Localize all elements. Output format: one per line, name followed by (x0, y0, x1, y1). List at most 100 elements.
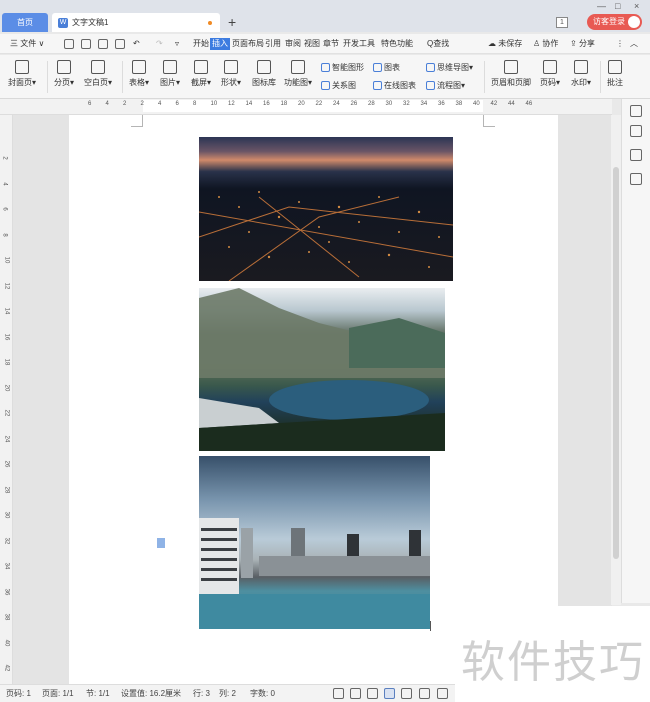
select-pointer-icon[interactable] (630, 149, 642, 161)
comment-button[interactable]: 批注 (607, 60, 623, 88)
screenshot-button[interactable]: 截屏▾ (191, 60, 211, 88)
collaborate-button[interactable]: ♙ 协作 (533, 38, 558, 50)
unsaved-label: 未保存 (498, 39, 523, 48)
search-button[interactable]: Q查找 (427, 38, 449, 50)
ruler-tick-label: 26 (3, 460, 10, 468)
ruler-tick-label: 30 (385, 101, 393, 107)
insert-ribbon: 封面页▾ 分页▾ 空白页▾ 表格▾ 图片▾ 截屏▾ 形状▾ 图标库 功能图▾ 智… (0, 55, 650, 99)
document-page[interactable] (69, 115, 558, 685)
ruler-tick-label: 22 (315, 101, 323, 107)
status-pages[interactable]: 页面: 1/1 (42, 688, 74, 699)
menu-page-layout[interactable]: 页面布局 (232, 38, 264, 50)
site-watermark: 软件技巧 (455, 606, 650, 702)
pen-edit-icon[interactable] (630, 125, 642, 137)
write-mode-icon[interactable] (367, 688, 378, 699)
header-footer-label: 页眉和页脚 (491, 78, 531, 87)
menu-special-features[interactable]: 特色功能 (381, 38, 413, 50)
status-section[interactable]: 节: 1/1 (86, 688, 110, 699)
collapse-ribbon-button[interactable]: ︿ (630, 38, 638, 50)
menu-insert[interactable]: 插入 (210, 38, 230, 50)
menu-review[interactable]: 审阅 (285, 38, 301, 50)
undo-icon[interactable]: ↶ (133, 38, 140, 50)
night-city-aerial-photo[interactable] (199, 137, 453, 281)
print-preview-icon[interactable] (115, 39, 125, 49)
fullscreen-icon[interactable] (333, 688, 344, 699)
ruler-tick-label: 42 (490, 101, 498, 107)
vertical-scrollbar[interactable] (611, 115, 621, 605)
table-icon (132, 60, 146, 74)
right-side-panel (621, 99, 650, 603)
page-number-button[interactable]: 页码▾ (540, 60, 560, 88)
icon-library-button[interactable]: 图标库 (252, 60, 276, 88)
menu-developer-tools[interactable]: 开发工具 (343, 38, 375, 50)
web-view-icon[interactable] (419, 688, 430, 699)
unsaved-status[interactable]: ☁ 未保存 (488, 38, 522, 50)
read-mode-icon[interactable] (350, 688, 361, 699)
status-row[interactable]: 行: 3 (193, 688, 210, 699)
rooftop-pool-city-photo[interactable] (199, 456, 430, 629)
vertical-ruler[interactable]: 2 4 6 8 10 12 14 16 18 20 22 24 26 28 30 32 34 36 38 40 42 (0, 115, 13, 685)
ruler-tick-label: 38 (3, 613, 10, 621)
status-word-count[interactable]: 字数: 0 (250, 688, 275, 699)
page-break-button[interactable]: 分页▾ (54, 60, 74, 88)
guest-login-button[interactable]: 访客登录 (587, 14, 642, 30)
smart-shape-button[interactable]: 智能图形 (321, 62, 364, 73)
home-tab[interactable]: 首页 (2, 13, 48, 32)
watermark-button[interactable]: 水印▾ (571, 60, 591, 88)
status-column[interactable]: 列: 2 (219, 688, 236, 699)
ruler-tick-label: 6 (1, 207, 8, 211)
ruler-tick-label: 32 (403, 101, 410, 107)
close-window-button[interactable]: × (634, 1, 639, 11)
ruler-tick-label: 6 (88, 101, 92, 107)
cover-page-button[interactable]: 封面页▾ (8, 60, 36, 88)
share-button[interactable]: ⇪ 分享 (570, 38, 595, 50)
picture-button[interactable]: 图片▾ (160, 60, 180, 88)
export-pdf-icon[interactable] (81, 39, 91, 49)
save-icon[interactable] (64, 39, 74, 49)
blank-page-button[interactable]: 空白页▾ (84, 60, 112, 88)
table-button[interactable]: 表格▾ (129, 60, 149, 88)
window-count-badge[interactable]: 1 (556, 17, 568, 28)
document-tab[interactable]: W 文字文稿1 (52, 13, 220, 32)
screenshot-label: 截屏 (191, 78, 207, 87)
ruler-tick-label: 36 (438, 101, 445, 107)
ruler-tick-label: 36 (3, 588, 10, 595)
file-menu[interactable]: 三 文件 ∨ (10, 38, 44, 50)
function-chart-button[interactable]: 功能图▾ (284, 60, 312, 88)
ruler-tick-label: 14 (245, 101, 253, 107)
scrollbar-thumb[interactable] (613, 167, 619, 559)
guest-login-label: 访客登录 (593, 17, 625, 26)
status-setting-value[interactable]: 设置值: 16.2厘米 (121, 688, 181, 699)
panel-toggle-icon[interactable] (630, 105, 642, 117)
quick-access-dropdown-icon[interactable]: ▿ (175, 38, 179, 50)
eye-protection-icon[interactable] (437, 688, 448, 699)
minimize-button[interactable]: — (597, 1, 606, 11)
flowchart-button[interactable]: 流程图▾ (426, 80, 465, 91)
online-chart-button[interactable]: 在线图表 (373, 80, 416, 91)
redo-icon[interactable]: ↷ (156, 38, 163, 50)
relation-chart-button[interactable]: 关系图 (321, 80, 356, 91)
ruler-tick-label: 40 (473, 101, 480, 107)
mountain-lake-photo[interactable] (199, 288, 445, 451)
menu-view[interactable]: 视图 (304, 38, 320, 50)
outline-view-icon[interactable] (401, 688, 412, 699)
status-page[interactable]: 页码: 1 (6, 688, 31, 699)
ruler-tick-label: 18 (3, 358, 10, 366)
menu-chapter[interactable]: 章节 (323, 38, 339, 50)
menu-start[interactable]: 开始 (193, 38, 209, 50)
settings-sliders-icon[interactable] (630, 173, 642, 185)
document-area[interactable] (13, 115, 612, 685)
horizontal-ruler[interactable]: 6 4 2 2 4 6 8 10 12 14 16 18 20 22 24 26 28 30 32 34 36 38 40 4… (0, 99, 612, 115)
page-view-icon[interactable] (384, 688, 395, 699)
new-tab-button[interactable]: + (228, 13, 236, 32)
ruler-tick-label: 46 (525, 101, 533, 107)
mind-map-button[interactable]: 思维导图▾ (426, 62, 473, 73)
chart-button[interactable]: 图表 (373, 62, 400, 73)
menu-references[interactable]: 引用 (265, 38, 281, 50)
shape-button[interactable]: 形状▾ (221, 60, 241, 88)
maximize-button[interactable]: □ (615, 1, 620, 11)
header-footer-button[interactable]: 页眉和页脚 (491, 60, 531, 88)
paragraph-layout-icon[interactable] (157, 538, 165, 548)
print-icon[interactable] (98, 39, 108, 49)
more-menu-button[interactable]: ⋮ (616, 38, 624, 50)
